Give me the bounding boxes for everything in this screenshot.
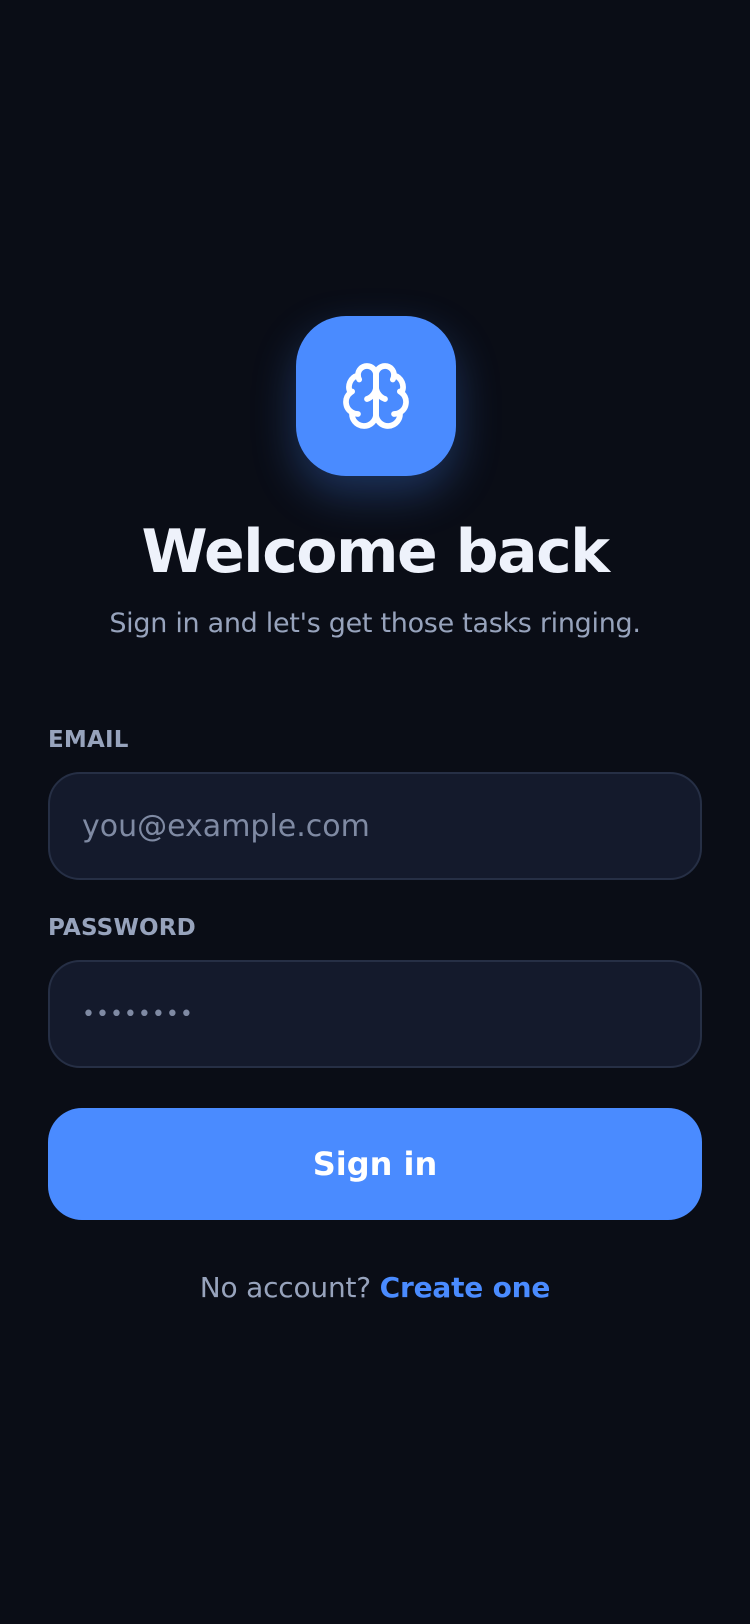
sign-in-button[interactable]: Sign in: [48, 1108, 702, 1220]
password-masked-value: ••••••••: [82, 1001, 194, 1027]
email-label: EMAIL: [48, 727, 129, 753]
page-title: Welcome back: [141, 517, 610, 587]
password-label: PASSWORD: [48, 915, 196, 941]
brain-icon: [340, 360, 412, 432]
signup-prompt: No account? Create one: [0, 1268, 750, 1308]
create-account-link[interactable]: Create one: [380, 1271, 551, 1304]
email-field[interactable]: [48, 772, 702, 880]
login-screen: Welcome back Sign in and let's get those…: [0, 0, 750, 1624]
page-subtitle: Sign in and let's get those tasks ringin…: [109, 608, 641, 639]
no-account-text: No account?: [199, 1271, 371, 1304]
app-logo: [296, 316, 456, 476]
password-field[interactable]: ••••••••: [48, 960, 702, 1068]
